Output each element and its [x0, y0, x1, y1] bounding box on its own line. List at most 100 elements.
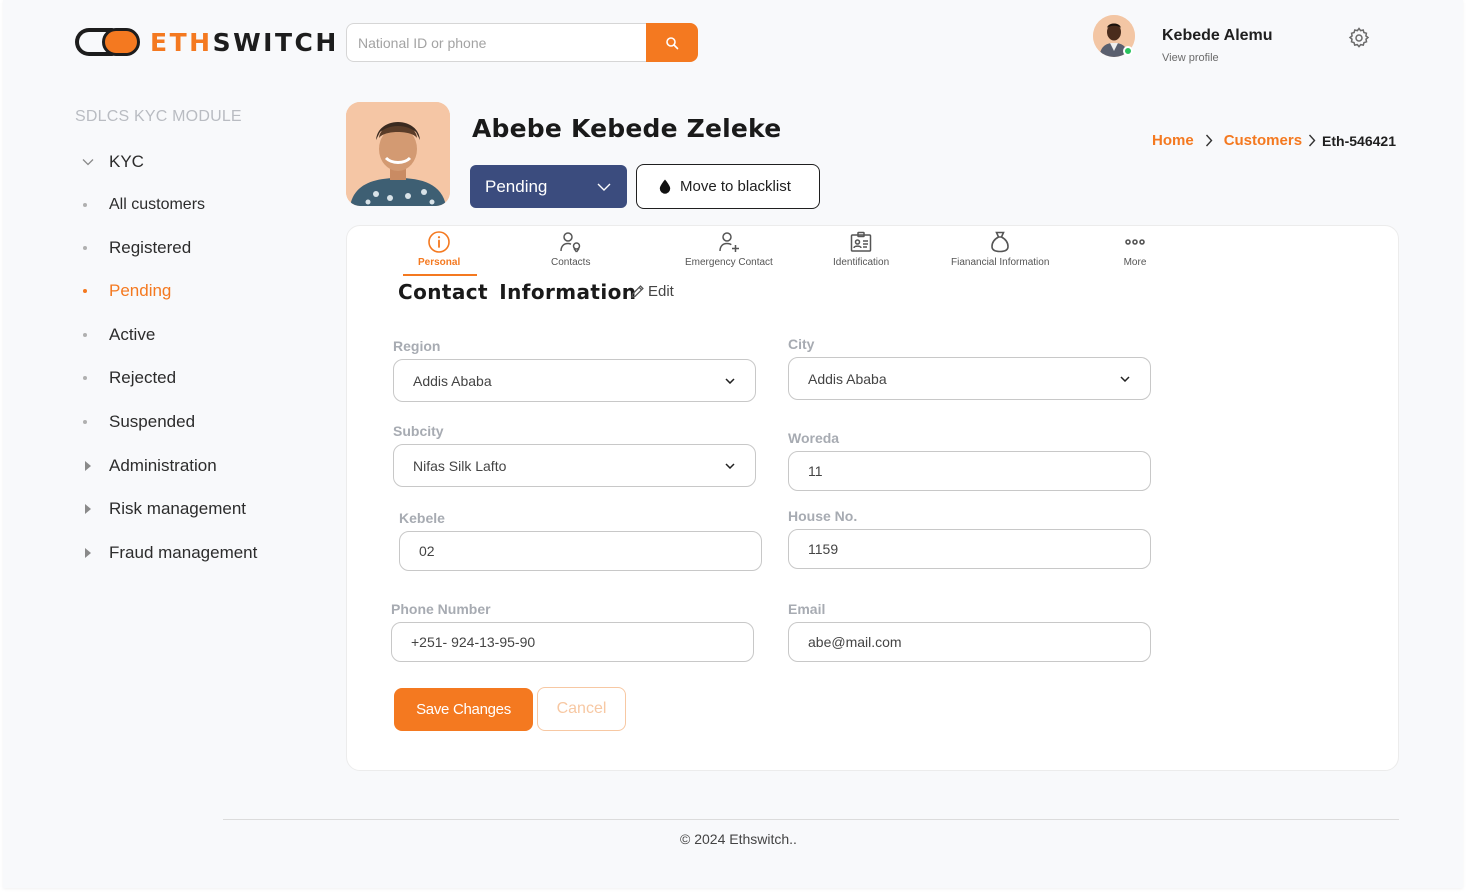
- active-tab-indicator: [403, 274, 477, 276]
- city-label: City: [788, 336, 815, 352]
- user-avatar[interactable]: [1093, 15, 1135, 57]
- money-bag-icon: [991, 231, 1009, 253]
- phone-input-text[interactable]: [411, 634, 733, 650]
- kebele-input-text[interactable]: [419, 543, 741, 559]
- sidebar-item-all-customers[interactable]: All customers: [75, 193, 315, 217]
- woreda-input[interactable]: [788, 451, 1151, 491]
- dot-icon: [83, 376, 87, 380]
- subcity-value: Nifas Silk Lafto: [413, 457, 507, 474]
- move-to-blacklist-button[interactable]: Move to blacklist: [636, 164, 820, 209]
- tab-label: Fianancial Information: [951, 257, 1050, 268]
- settings-button[interactable]: [1347, 26, 1371, 50]
- city-select[interactable]: Addis Ababa: [788, 357, 1151, 400]
- logo-mark-icon: [75, 27, 141, 57]
- tab-label: Contacts: [551, 257, 591, 268]
- cancel-button[interactable]: Cancel: [537, 687, 626, 731]
- tab-label: Emergency Contact: [685, 257, 773, 268]
- email-input[interactable]: [788, 622, 1151, 662]
- subcity-label: Subcity: [393, 423, 444, 439]
- search-bar: [346, 23, 698, 62]
- app-frame: ETHSWITCH Kebede Alemu View profile SDLC…: [3, 0, 1463, 888]
- module-title: SDLCS KYC MODULE: [75, 108, 242, 125]
- tab-emergency-contact[interactable]: Emergency Contact: [685, 230, 773, 268]
- sidebar-item-pending[interactable]: Pending: [75, 279, 315, 303]
- phone-label: Phone Number: [391, 601, 491, 617]
- sidebar-item-label: Registered: [109, 238, 192, 257]
- caret-right-icon: [85, 504, 91, 514]
- sidebar-item-label: Risk management: [109, 499, 247, 518]
- chevron-down-icon: [82, 159, 94, 166]
- view-profile-link[interactable]: View profile: [1162, 52, 1219, 64]
- sidebar-item-risk-management[interactable]: Risk management: [75, 497, 315, 521]
- region-select[interactable]: Addis Ababa: [393, 359, 756, 402]
- search-icon: [666, 36, 679, 49]
- woreda-input-text[interactable]: [808, 463, 1130, 479]
- customer-name: Abebe Kebede Zeleke: [472, 114, 782, 143]
- house-number-input[interactable]: [788, 529, 1151, 569]
- caret-right-icon: [85, 461, 91, 471]
- region-label: Region: [393, 338, 441, 354]
- tab-more[interactable]: More: [1123, 230, 1147, 268]
- breadcrumb-customers[interactable]: Customers: [1224, 132, 1302, 149]
- sidebar-item-suspended[interactable]: Suspended: [75, 410, 315, 434]
- sidebar-item-active[interactable]: Active: [75, 323, 315, 347]
- region-value: Addis Ababa: [413, 372, 492, 389]
- tab-label: Identification: [833, 257, 890, 268]
- email-input-text[interactable]: [808, 634, 1130, 650]
- sidebar-item-kyc[interactable]: KYC: [75, 150, 315, 174]
- breadcrumb-home[interactable]: Home: [1152, 132, 1194, 149]
- sidebar-item-rejected[interactable]: Rejected: [75, 366, 315, 390]
- tab-financial-information[interactable]: Fianancial Information: [951, 230, 1049, 268]
- more-dots-icon: [1125, 239, 1145, 245]
- dot-icon: [83, 203, 87, 207]
- sidebar-item-registered[interactable]: Registered: [75, 236, 315, 260]
- status-dropdown[interactable]: Pending: [470, 165, 627, 208]
- save-changes-button[interactable]: Save Changes: [394, 688, 533, 731]
- tab-identification[interactable]: Identification: [833, 230, 889, 268]
- house-number-label: House No.: [788, 508, 858, 524]
- status-dropdown-label: Pending: [485, 176, 548, 196]
- customer-details-card: Personal Contacts Emergency Contact Iden…: [346, 225, 1399, 771]
- sidebar-item-label: KYC: [109, 152, 144, 171]
- sidebar-item-label: Administration: [109, 456, 217, 475]
- footer-divider: [223, 819, 1399, 820]
- id-card-icon: [850, 231, 872, 252]
- chevron-down-icon: [725, 377, 735, 384]
- sidebar-item-label: Pending: [109, 281, 172, 300]
- sidebar-item-fraud-management[interactable]: Fraud management: [75, 541, 315, 565]
- chevron-down-icon: [725, 462, 735, 469]
- sidebar-item-label: Active: [109, 325, 156, 344]
- search-input[interactable]: [346, 23, 646, 62]
- info-icon: [428, 231, 450, 253]
- search-button[interactable]: [646, 23, 698, 62]
- user-add-icon: [719, 232, 739, 252]
- breadcrumb: Home Customers Eth-546421: [1152, 132, 1396, 149]
- edit-label: Edit: [648, 283, 674, 300]
- brand-name-part1: ETH: [150, 27, 213, 57]
- dot-icon: [83, 289, 87, 293]
- tab-label: Personal: [418, 257, 461, 268]
- phone-input[interactable]: [391, 622, 754, 662]
- edit-button[interactable]: Edit: [630, 283, 674, 300]
- email-label: Email: [788, 601, 826, 617]
- kebele-input[interactable]: [399, 531, 762, 571]
- sidebar-item-label: Rejected: [109, 368, 177, 387]
- dot-icon: [83, 333, 87, 337]
- chevron-right-icon: [1205, 134, 1213, 147]
- chevron-down-icon: [1120, 375, 1130, 382]
- tab-contacts[interactable]: Contacts: [551, 230, 590, 268]
- brand-logo[interactable]: ETHSWITCH: [75, 26, 339, 58]
- kebele-label: Kebele: [399, 510, 445, 526]
- city-value: Addis Ababa: [808, 370, 887, 387]
- brand-wordmark: ETHSWITCH: [150, 28, 339, 57]
- sidebar-item-label: Suspended: [109, 412, 196, 431]
- user-name: Kebede Alemu: [1162, 27, 1273, 44]
- drop-icon: [659, 179, 671, 194]
- subcity-select[interactable]: Nifas Silk Lafto: [393, 444, 756, 487]
- dot-icon: [83, 420, 87, 424]
- tab-personal[interactable]: Personal: [418, 230, 460, 268]
- user-pin-icon: [559, 232, 580, 253]
- tab-label: More: [1123, 257, 1147, 268]
- sidebar-item-administration[interactable]: Administration: [75, 454, 315, 478]
- house-number-input-text[interactable]: [808, 541, 1130, 557]
